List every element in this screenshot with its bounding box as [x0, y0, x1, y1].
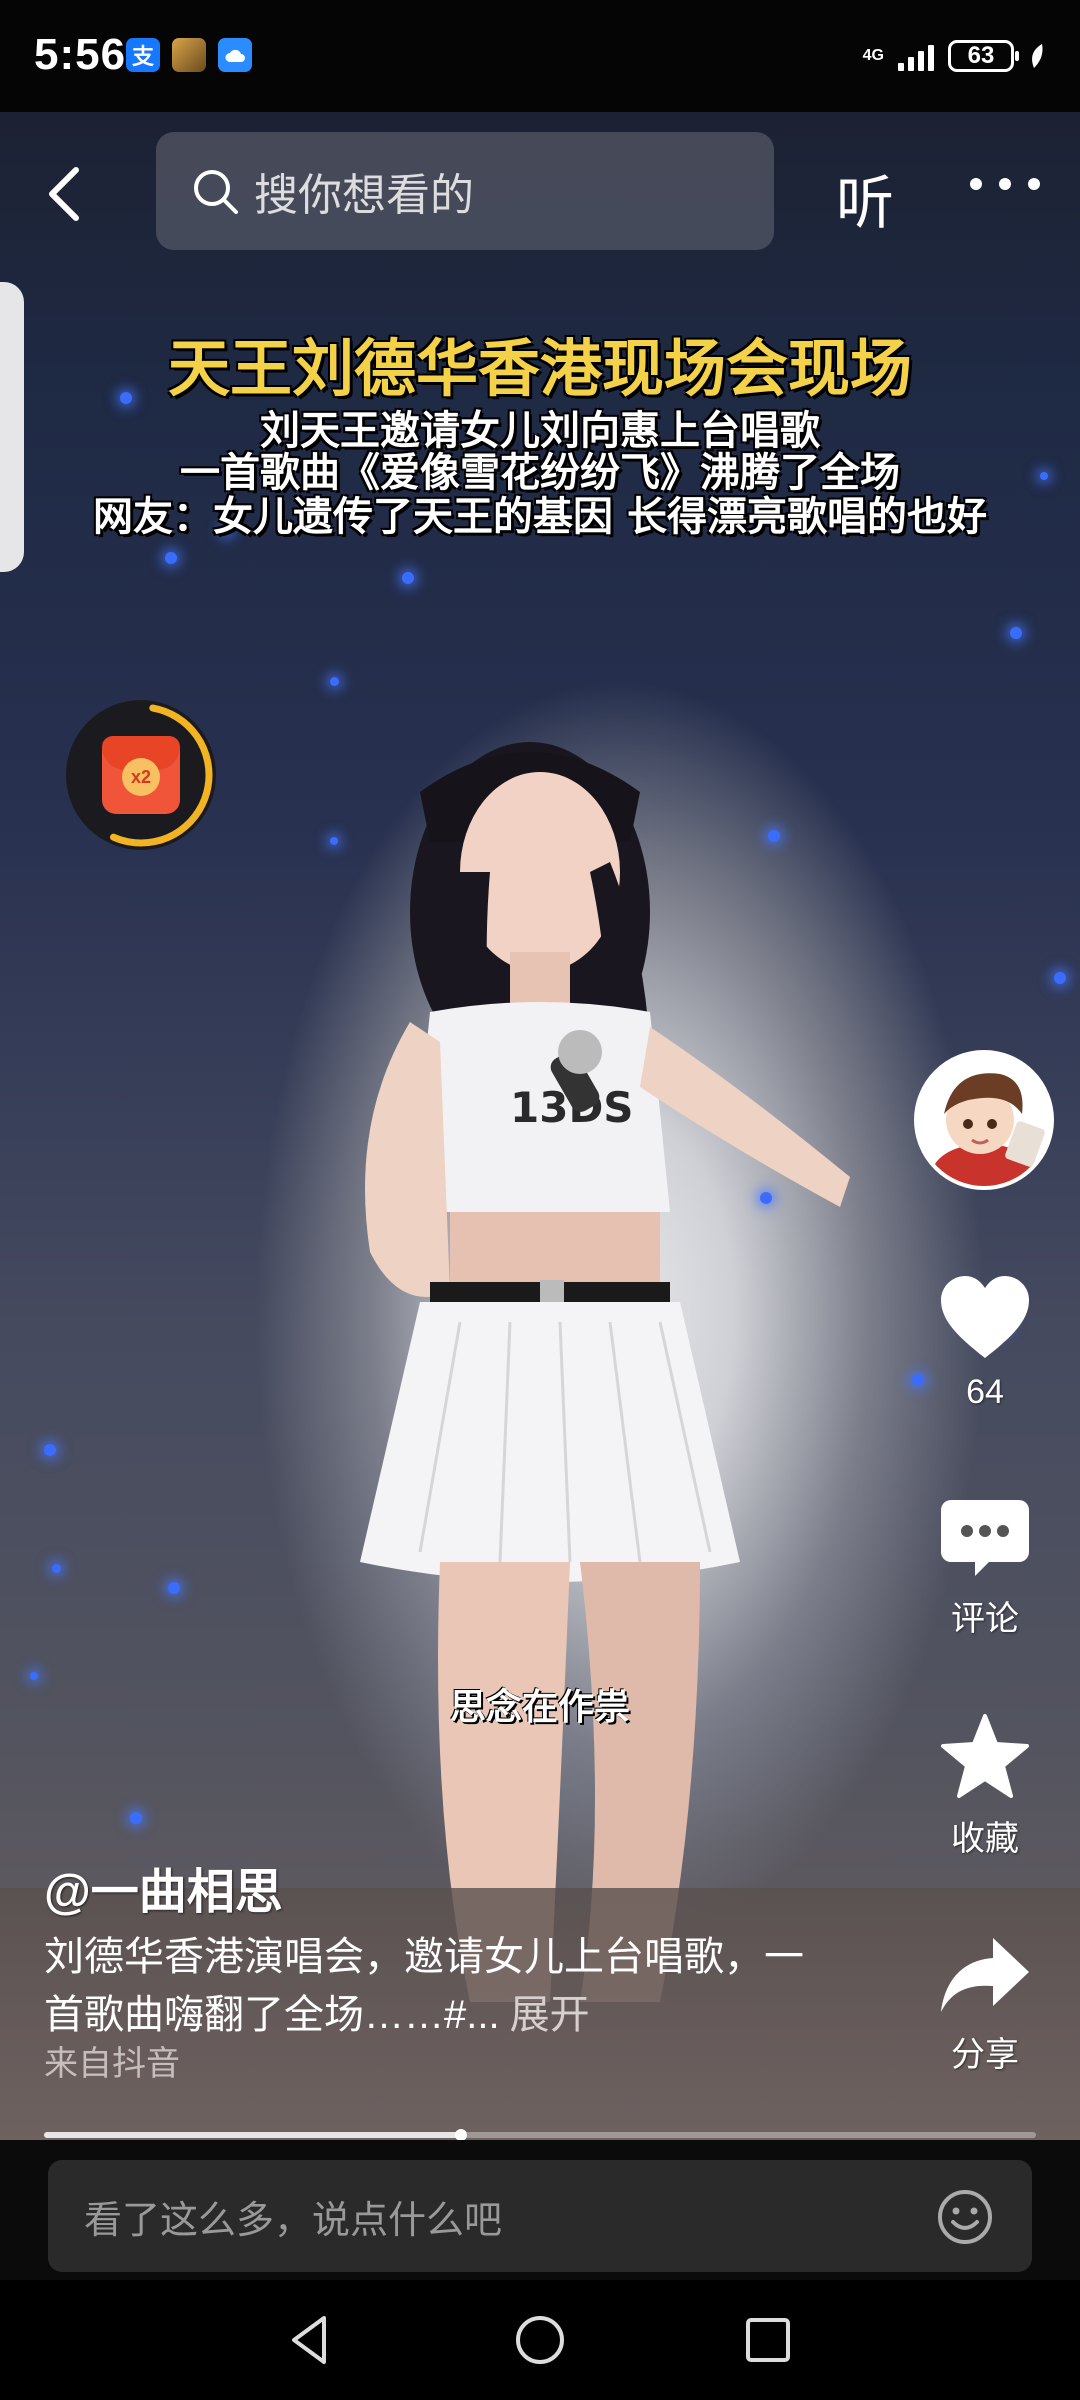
emoji-icon[interactable]	[936, 2188, 994, 2246]
cloud-icon	[218, 38, 252, 72]
avatar-image	[918, 1054, 1050, 1186]
progress-fill	[44, 2132, 461, 2138]
comment-label: 评论	[951, 1600, 1019, 1638]
comment-bar: 看了这么多，说点什么吧	[0, 2140, 1080, 2280]
description-text: 刘德华香港演唱会，邀请女儿上台唱歌，一首歌曲嗨翻了全场……#...	[44, 1935, 804, 2037]
performer-figure: 13DS	[360, 742, 850, 2002]
status-bar: 5:56 支 4G 63	[0, 0, 1080, 112]
nav-home-icon[interactable]	[510, 2310, 570, 2370]
network-type: 4G	[862, 47, 884, 64]
battery-icon: 63	[948, 40, 1019, 72]
video-caption-line: 网友：女儿遗传了天王的基因 长得漂亮歌唱的也好	[93, 493, 987, 540]
search-input[interactable]: 搜你想看的	[156, 132, 774, 250]
status-indicators: 4G 63	[863, 36, 1046, 76]
search-placeholder: 搜你想看的	[254, 171, 474, 220]
author-avatar[interactable]	[914, 1050, 1054, 1190]
expand-button[interactable]: 展开	[510, 1993, 590, 2037]
like-button[interactable]: 64	[900, 1274, 1070, 1412]
search-icon	[194, 170, 238, 214]
source-label[interactable]: 来自抖音	[44, 2036, 180, 2085]
top-nav: 搜你想看的 听	[0, 112, 1080, 252]
game-icon	[172, 38, 206, 72]
red-packet-widget[interactable]: x2	[66, 700, 216, 850]
listen-button[interactable]: 听	[836, 156, 894, 240]
heart-icon	[941, 1276, 1029, 1358]
video-caption-title: 天王刘德华香港现场会现场	[167, 332, 912, 405]
video-progress-bar[interactable]	[44, 2129, 1036, 2141]
more-options-icon[interactable]	[970, 178, 1040, 192]
status-time: 5:56	[34, 30, 127, 79]
system-nav-bar	[0, 2280, 1080, 2400]
leaf-icon	[1032, 44, 1043, 68]
post-description: 刘德华香港演唱会，邀请女儿上台唱歌，一首歌曲嗨翻了全场……#... 展开	[44, 1928, 804, 2044]
share-button[interactable]: 分享	[900, 1932, 1070, 2076]
signal-icon	[898, 41, 934, 71]
comment-button[interactable]: 评论	[900, 1496, 1070, 1640]
back-arrow-icon[interactable]	[44, 164, 84, 224]
nav-back-icon[interactable]	[280, 2310, 340, 2370]
comment-icon	[941, 1500, 1029, 1576]
favorite-label: 收藏	[951, 1820, 1019, 1858]
nav-recents-icon[interactable]	[738, 2310, 798, 2370]
alipay-icon: 支	[126, 38, 160, 72]
share-label: 分享	[951, 2036, 1019, 2074]
comment-input[interactable]: 看了这么多，说点什么吧	[48, 2160, 1032, 2272]
like-count: 64	[966, 1373, 1004, 1411]
star-icon	[941, 1714, 1029, 1798]
multiplier-badge: x2	[122, 758, 160, 796]
side-drawer-handle[interactable]	[0, 282, 24, 572]
share-arrow-icon	[941, 1938, 1029, 2012]
battery-level: 63	[967, 42, 995, 69]
author-name[interactable]: @一曲相思	[44, 1852, 283, 1922]
favorite-button[interactable]: 收藏	[900, 1712, 1070, 1860]
comment-placeholder: 看了这么多，说点什么吧	[84, 2199, 503, 2242]
